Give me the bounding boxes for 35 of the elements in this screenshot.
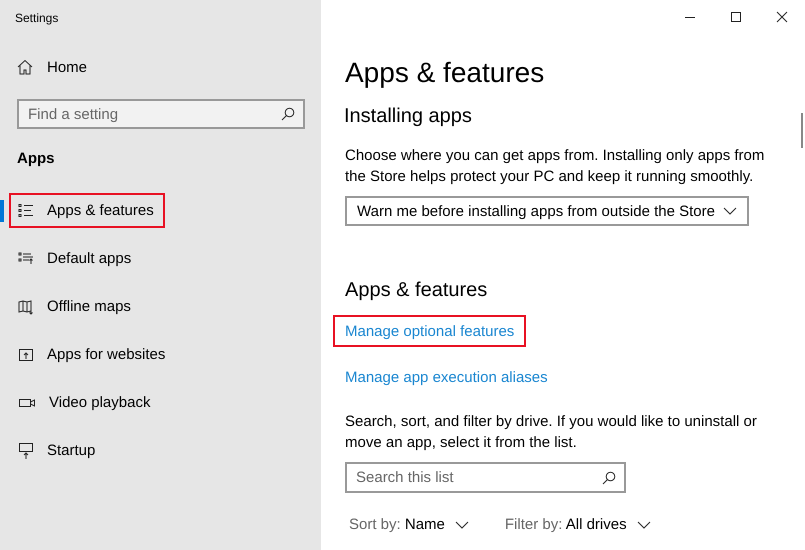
scrollbar-thumb[interactable] [801, 113, 803, 148]
monitor-icon [18, 442, 34, 460]
chevron-down-icon [454, 520, 469, 528]
search-field[interactable]: Find a setting [17, 99, 305, 129]
list-icon [18, 202, 34, 218]
search-icon [602, 471, 616, 485]
maximize-icon [730, 11, 742, 23]
search-field[interactable]: Search this list [345, 462, 626, 493]
home-link[interactable]: Home [17, 55, 88, 79]
description: Search, sort, and filter by drive. If you would like to uninstall or move an app, select it from the list. [345, 412, 758, 453]
home-icon [17, 59, 33, 75]
section-heading: Apps [17, 149, 56, 169]
page-title: Apps & features [345, 56, 544, 90]
sidebar-item[interactable]: Video playback [9, 385, 162, 420]
chevron-down-icon [723, 207, 737, 215]
section-heading: Apps & features [345, 278, 488, 303]
list-icon [18, 250, 34, 266]
window-icon [18, 346, 34, 362]
chevron-down-icon [636, 520, 651, 528]
close-icon [776, 11, 788, 23]
search-icon [281, 107, 295, 121]
sidebar-item[interactable]: Startup [9, 433, 106, 468]
sidebar-item[interactable]: Apps for websites [9, 337, 176, 372]
map-icon [18, 298, 34, 314]
description: Choose where you can get apps from. Installing only apps from the Store helps protect your PC and keep it running smoothly. [345, 146, 766, 187]
sidebar-item[interactable]: Apps & features [9, 193, 165, 228]
section-heading: Installing apps [344, 104, 473, 129]
link[interactable]: Manage app execution aliases [333, 361, 560, 393]
sort-dropdown[interactable]: Sort by: Name [349, 516, 469, 533]
sidebar-item[interactable]: Offline maps [9, 289, 142, 324]
filter-dropdown[interactable]: Filter by: All drives [504, 516, 651, 533]
install-source-dropdown[interactable]: Warn me before installing apps from outside the Store [345, 196, 749, 226]
sidebar-item[interactable]: Default apps [9, 241, 142, 276]
link[interactable]: Manage optional features [333, 315, 526, 347]
window-title: Settings [15, 11, 60, 27]
